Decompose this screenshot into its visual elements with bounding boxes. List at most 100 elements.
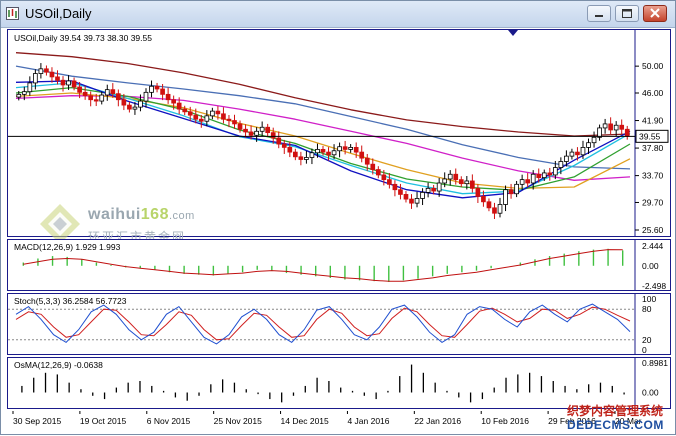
price-candle-body [93, 99, 99, 102]
stoch-tick-label: 80 [642, 304, 652, 314]
window-titlebar[interactable]: USOil,Daily [1, 1, 675, 28]
price-candle-body [353, 147, 359, 153]
price-candle-body [44, 68, 49, 73]
price-candle-body [470, 180, 475, 189]
price-candle-body [176, 102, 182, 110]
watermark-site-number: 168 [140, 206, 169, 223]
price-candle-body [226, 118, 232, 121]
price-candle-body [375, 169, 381, 176]
price-candle-body [320, 149, 326, 153]
price-candle-body [364, 157, 370, 165]
moving-average-line-3 [15, 95, 631, 181]
price-candle-body [287, 147, 293, 153]
price-candle-body [121, 99, 127, 106]
chart-app-icon [6, 7, 19, 20]
price-candle-body [265, 126, 271, 134]
price-candle-body [370, 163, 376, 170]
price-candle-body [447, 173, 453, 180]
price-candle-body [77, 86, 82, 93]
price-candle-body [82, 91, 88, 97]
stoch-signal-line [15, 306, 631, 341]
price-candle-body [193, 114, 199, 120]
price-candle-body [276, 137, 282, 145]
price-candle-body [608, 123, 613, 131]
price-candle-body [486, 201, 492, 209]
price-candle-body [210, 110, 215, 117]
date-tick-label: 6 Nov 2015 [147, 416, 191, 426]
price-candle-body [55, 76, 60, 81]
macd-signal-line [23, 249, 623, 282]
stoch-pane[interactable]: 100 80 20 0 Stoch(5,3,3) 36.2584 56.7723 [7, 293, 671, 355]
macd-tick-label: -2.498 [642, 281, 666, 290]
watermark-site: waihui168.com [88, 206, 195, 224]
date-tick-label: 10 Feb 2016 [481, 416, 529, 426]
price-candle-body [442, 178, 448, 184]
price-candle-body [49, 71, 55, 78]
maximize-button[interactable] [615, 5, 639, 22]
price-candle-body [613, 124, 619, 131]
price-candle-body [519, 179, 525, 185]
price-candle-body [453, 173, 459, 181]
price-candle-body [558, 161, 564, 168]
price-pane[interactable]: 50.00 46.00 41.90 37.80 33.70 29.70 25.60 39.5… [7, 29, 671, 244]
price-candle-body [149, 85, 154, 93]
close-button[interactable] [643, 5, 667, 22]
corner-watermark: 织梦内容管理系统 DEDECMS.COM [567, 399, 676, 436]
moving-average-line-7 [15, 80, 631, 199]
stoch-tick-label: 20 [642, 335, 652, 345]
price-candle-body [564, 155, 569, 162]
date-tick-label: 19 Oct 2015 [80, 416, 127, 426]
corner-watermark-line1: 织梦内容管理系统 [567, 404, 664, 418]
macd-pane[interactable]: 2.444 0.00 -2.498 MACD(12,26,9) 1.929 1.99… [7, 239, 671, 291]
shift-marker-icon [508, 30, 518, 36]
osma-pane-title: OsMA(12,26,9) -0.0638 [14, 360, 103, 370]
date-tick-label: 22 Jan 2016 [414, 416, 461, 426]
price-candle-body [331, 150, 337, 156]
price-candle-body [403, 194, 409, 200]
price-candle-body [115, 93, 121, 101]
price-candle-body [138, 100, 143, 108]
price-candle-body [398, 189, 403, 195]
price-candle-body [569, 151, 575, 157]
chart-window: USOil,Daily 50.00 46.00 41.90 37.80 33.70 29.… [0, 0, 676, 435]
price-candle-body [259, 126, 265, 132]
date-tick-label: 14 Dec 2015 [281, 416, 329, 426]
price-candle-body [580, 147, 586, 156]
price-tick-label: 37.80 [642, 143, 664, 153]
price-candle-body [464, 180, 470, 185]
window-title: USOil,Daily [25, 6, 92, 21]
price-candle-body [243, 128, 248, 133]
price-candle-body [541, 172, 547, 179]
price-tick-label: 29.70 [642, 197, 664, 207]
price-candle-body [221, 113, 226, 120]
price-candle-body [420, 191, 425, 199]
price-candle-body [110, 89, 116, 95]
stoch-main-line [15, 303, 631, 345]
price-candle-body [514, 183, 519, 195]
price-candle-body [171, 99, 176, 104]
price-candle-body [71, 80, 77, 88]
price-candle-body [38, 68, 44, 74]
date-tick-label: 4 Jan 2016 [347, 416, 389, 426]
price-candle-body [458, 179, 464, 185]
price-candle-body [21, 91, 27, 95]
price-candle-body [575, 151, 580, 156]
date-tick-label: 30 Sep 2015 [13, 416, 61, 426]
price-candle-body [619, 124, 625, 130]
price-tick-label: 33.70 [642, 171, 664, 181]
price-candle-body [33, 73, 38, 84]
price-candle-body [348, 147, 353, 150]
price-candle-body [381, 174, 387, 181]
price-candle-body [66, 80, 71, 86]
macd-histogram [22, 248, 624, 282]
stoch-chart-svg: 10080 200 Stoch(5,3,3) 36.2584 56.7723 [8, 294, 656, 355]
price-candle-body [99, 94, 105, 102]
price-candle-body [475, 187, 481, 197]
macd-signal [23, 249, 623, 282]
price-pane-title: USOil,Daily 39.54 39.73 38.30 39.55 [14, 33, 152, 43]
price-candle-body [88, 95, 94, 101]
price-candle-body [547, 172, 553, 176]
osma-histogram [21, 364, 625, 403]
macd-chart-svg: 2.444 0.00 -2.498 MACD(12,26,9) 1.929 1.99… [14, 240, 666, 291]
minimize-button[interactable] [587, 5, 611, 22]
